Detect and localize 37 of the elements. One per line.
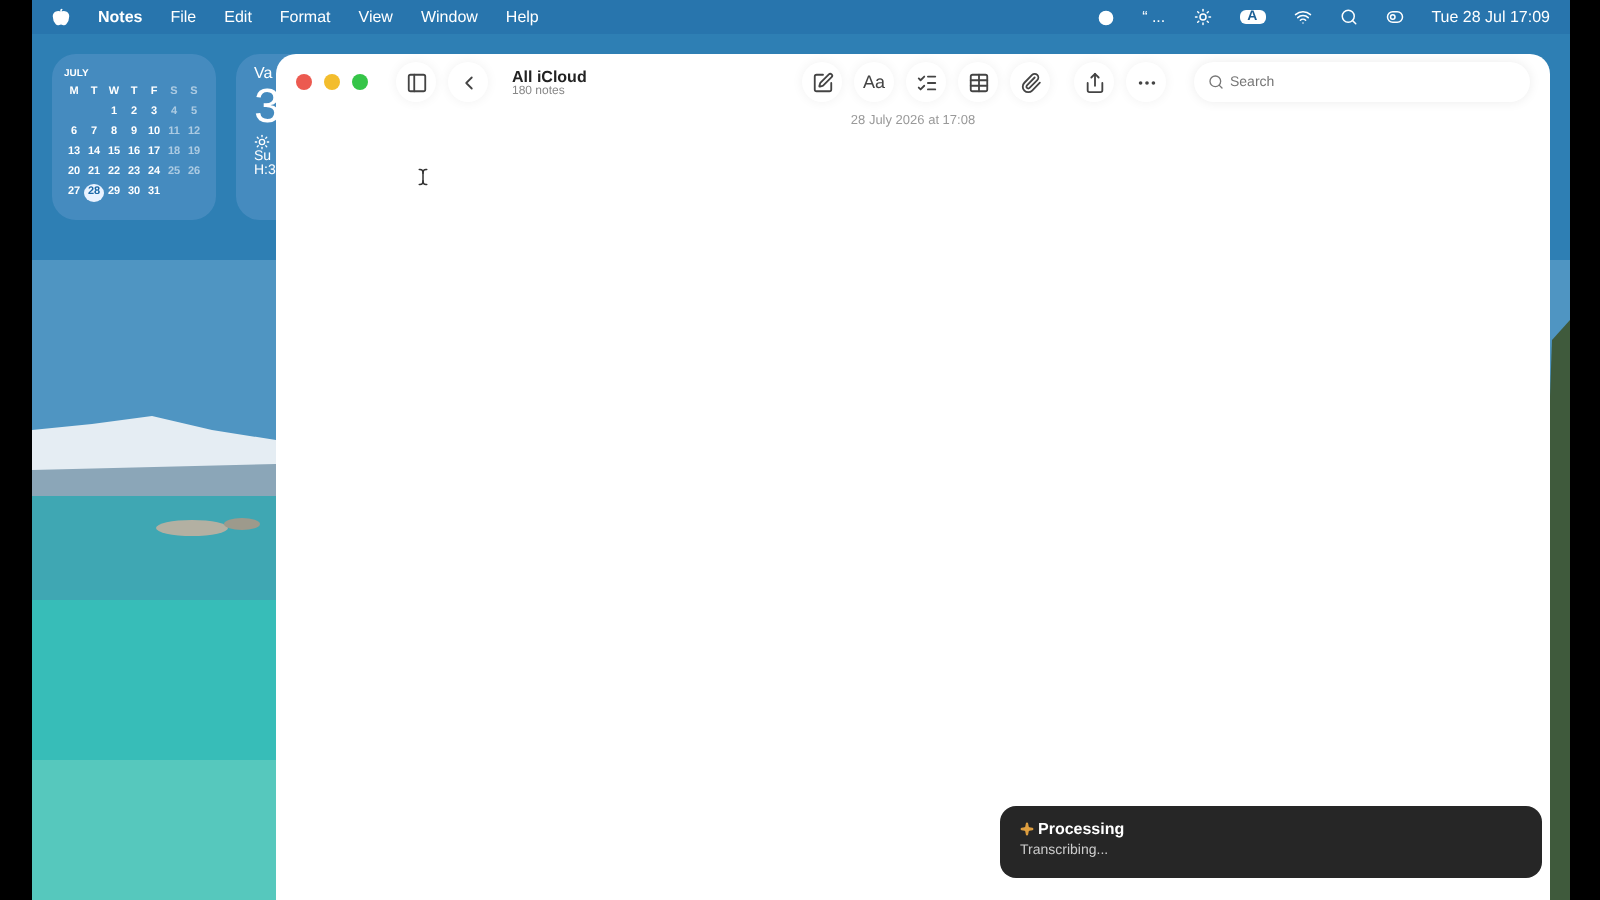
apple-icon[interactable] (52, 8, 70, 26)
sidebar-icon (405, 71, 427, 93)
menu-item[interactable]: View (358, 8, 393, 26)
checklist-button[interactable] (906, 62, 946, 102)
wifi-icon[interactable] (1293, 8, 1312, 26)
clock[interactable]: Tue 28 Jul 17:09 (1431, 8, 1550, 26)
close-button[interactable] (296, 74, 312, 90)
checklist-icon (915, 71, 937, 93)
search-icon (1208, 74, 1224, 90)
sun-icon (254, 134, 270, 150)
table-icon (967, 71, 989, 93)
format-button[interactable]: Aa (854, 62, 894, 102)
folder-title: All iCloud (512, 67, 587, 85)
menu-item[interactable]: Edit (224, 8, 252, 26)
menu-item[interactable]: Format (279, 8, 331, 26)
attachment-button[interactable] (1010, 62, 1050, 102)
menu-item[interactable]: File (170, 8, 197, 26)
table-button[interactable] (958, 62, 998, 102)
menu-item[interactable]: Help (505, 8, 539, 26)
compose-button[interactable] (802, 62, 842, 102)
back-button[interactable] (448, 62, 488, 102)
weather-place: Va (254, 64, 273, 82)
record-icon[interactable] (1098, 9, 1115, 25)
app-menu[interactable]: Notes (98, 8, 143, 26)
status-text[interactable]: “ ... (1142, 8, 1166, 26)
sparkle-icon (1020, 822, 1034, 836)
sidebar-button[interactable] (396, 62, 436, 102)
control-center-icon[interactable] (1385, 8, 1404, 26)
share-button[interactable] (1074, 62, 1114, 102)
paperclip-icon (1019, 71, 1041, 93)
toast-title: Processing (1038, 820, 1125, 838)
pen-square-icon (811, 71, 833, 93)
search-icon[interactable] (1339, 8, 1358, 26)
sun-icon[interactable] (1193, 8, 1212, 26)
share-icon (1083, 71, 1105, 93)
menu-item[interactable]: Window (420, 8, 478, 26)
text-cursor-icon (414, 168, 432, 186)
